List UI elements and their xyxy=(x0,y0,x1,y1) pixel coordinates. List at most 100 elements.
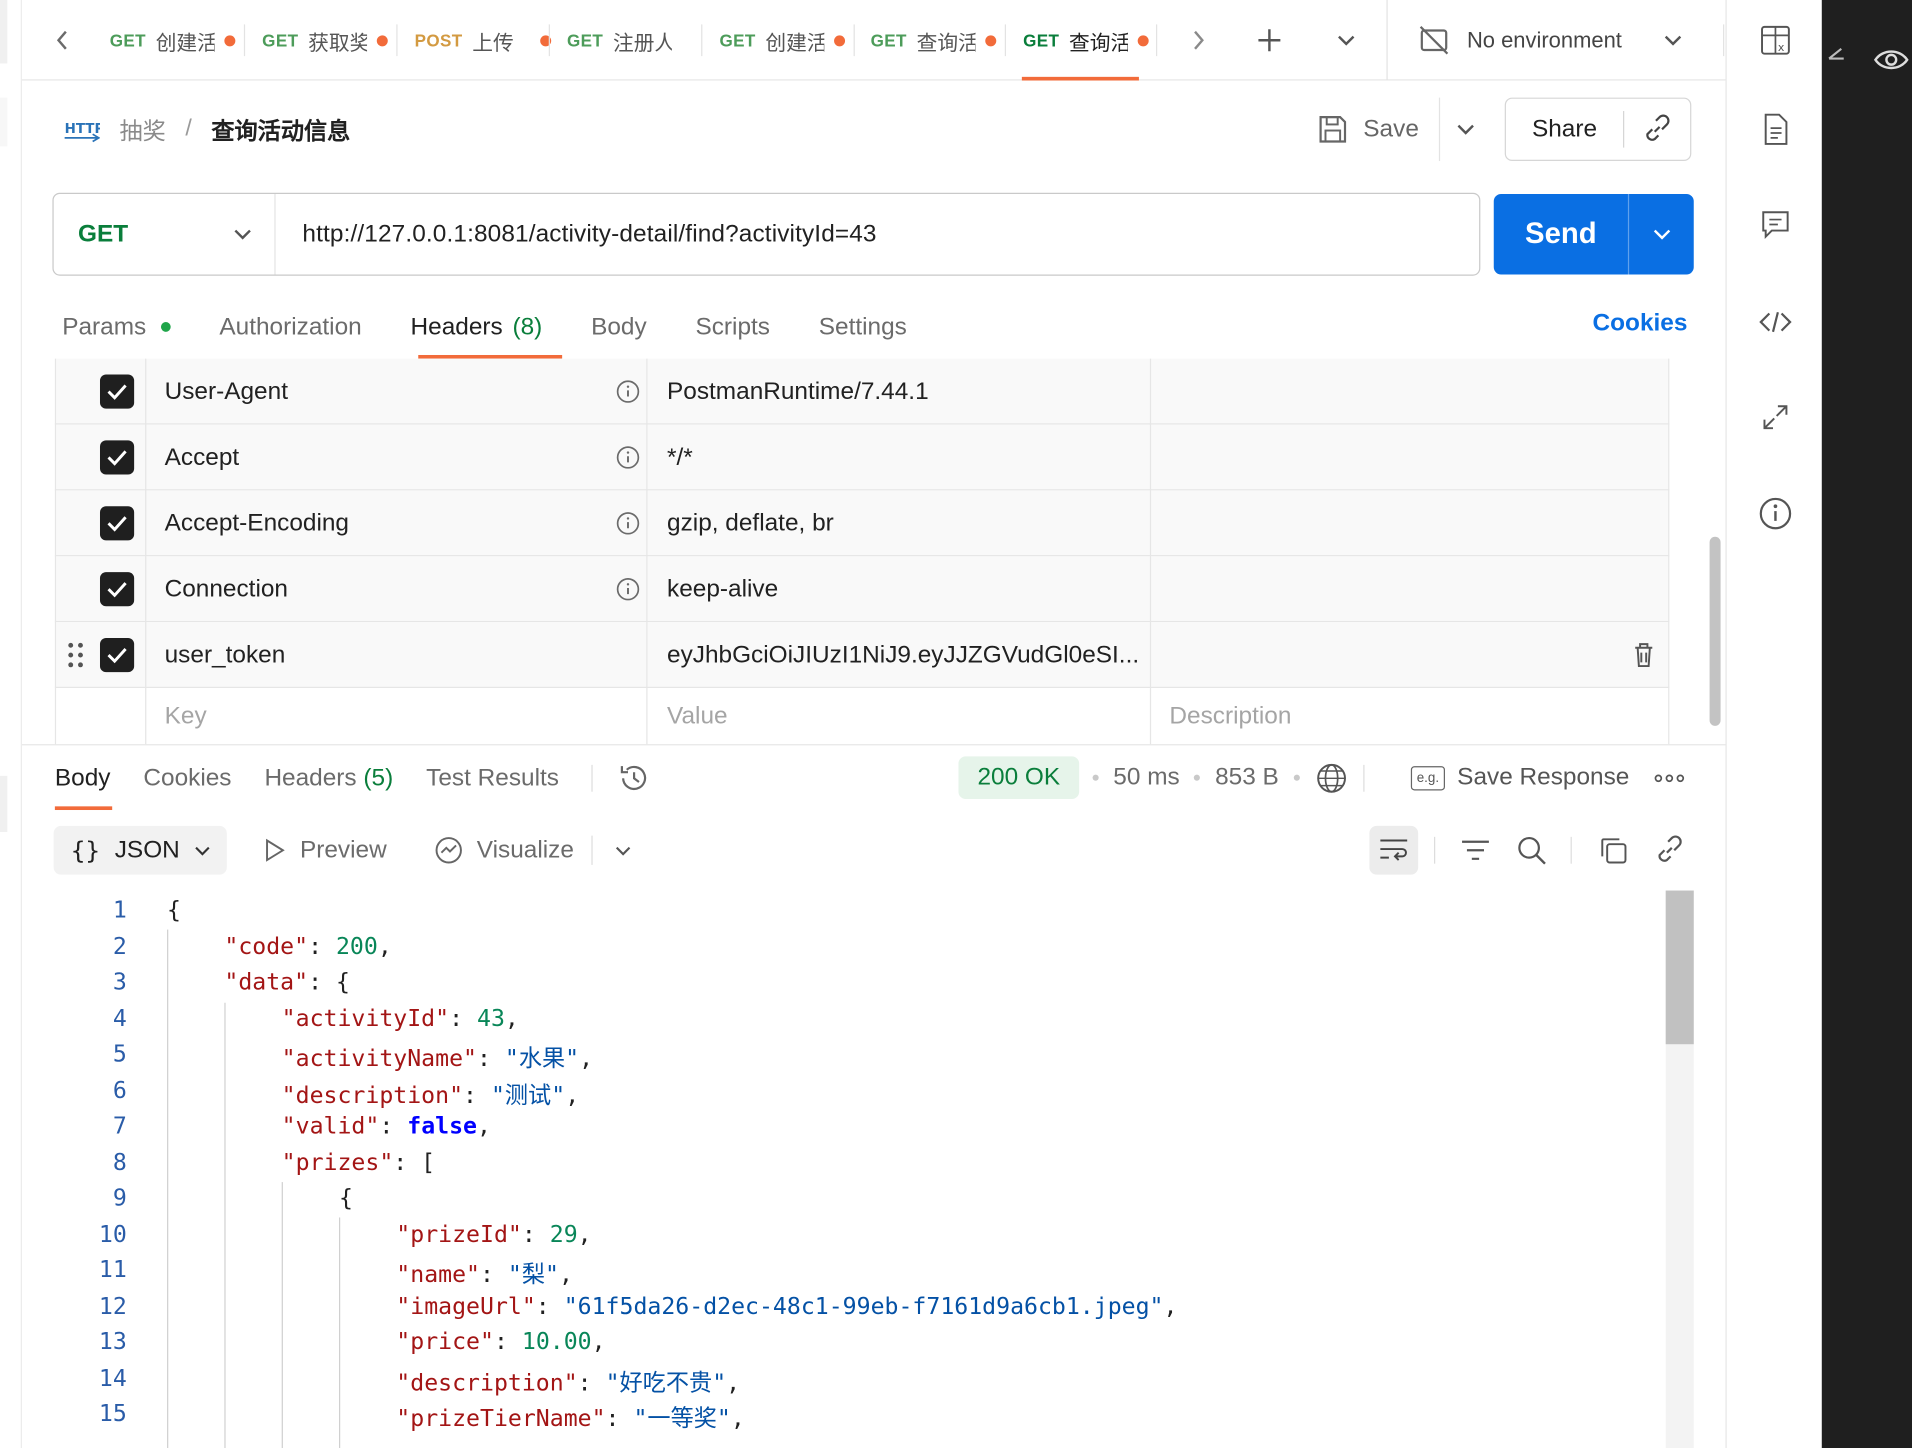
tab-settings[interactable]: Settings xyxy=(819,313,907,341)
no-environment-icon xyxy=(1419,26,1449,55)
plus-icon xyxy=(1258,29,1281,52)
tabs-scroll-right-button[interactable] xyxy=(1171,0,1227,81)
more-options-button[interactable] xyxy=(1654,764,1686,793)
preview-button[interactable]: Preview xyxy=(263,826,387,875)
tabs-menu-button[interactable] xyxy=(1318,0,1374,81)
tabs-scroll-left-button[interactable] xyxy=(34,0,90,81)
tab-params[interactable]: Params xyxy=(62,313,171,341)
header-enabled-checkbox[interactable] xyxy=(99,506,135,541)
request-url-bar: GET http://127.0.0.1:8081/activity-detai… xyxy=(52,192,1481,276)
related-collections-button[interactable] xyxy=(1756,398,1795,437)
copy-link-button[interactable] xyxy=(1624,113,1690,145)
header-key[interactable]: Accept xyxy=(165,425,240,491)
visualize-button[interactable]: Visualize xyxy=(433,826,631,875)
history-icon[interactable] xyxy=(618,761,652,795)
comments-button[interactable] xyxy=(1756,205,1795,244)
request-tab[interactable]: GET 注册人员 xyxy=(550,0,671,81)
request-tab[interactable]: GET 获取奖品 xyxy=(245,0,388,81)
save-options-button[interactable] xyxy=(1438,97,1490,162)
unsaved-dot-icon xyxy=(223,34,235,46)
play-icon xyxy=(266,838,285,862)
panel-divider[interactable] xyxy=(21,744,1726,746)
headers-table: User-Agent PostmanRuntime/7.44.1 Accept … xyxy=(54,358,1670,745)
header-enabled-checkbox[interactable] xyxy=(99,440,135,475)
header-enabled-checkbox[interactable] xyxy=(99,638,135,673)
tab-headers[interactable]: Headers (8) xyxy=(411,313,543,341)
header-key[interactable]: user_token xyxy=(165,622,286,688)
environment-quick-look-button[interactable]: x xyxy=(1756,21,1795,60)
search-button[interactable] xyxy=(1514,833,1548,867)
header-value[interactable]: eyJhbGciOiJIUzI1NiJ9.eyJJZGVudGl0eSI... xyxy=(667,622,1149,688)
response-time[interactable]: 50 ms xyxy=(1113,764,1179,792)
request-tab[interactable]: GET 创建活动 xyxy=(93,0,235,81)
url-input[interactable]: http://127.0.0.1:8081/activity-detail/fi… xyxy=(276,220,877,248)
response-format-select[interactable]: {} JSON xyxy=(53,825,227,875)
braces-icon: {} xyxy=(70,835,101,865)
header-description-input[interactable]: Description xyxy=(1169,688,1291,744)
header-key-input[interactable]: Key xyxy=(165,688,207,744)
line-number: 11 xyxy=(98,1256,127,1284)
table-row: User-Agent PostmanRuntime/7.44.1 xyxy=(54,358,1670,425)
filter-button[interactable] xyxy=(1458,833,1492,867)
documentation-button[interactable] xyxy=(1756,110,1795,149)
tab-test-results[interactable]: Test Results xyxy=(426,764,559,792)
wrap-lines-toggle[interactable] xyxy=(1369,825,1419,875)
status-badge[interactable]: 200 OK xyxy=(958,756,1080,800)
tab-response-cookies[interactable]: Cookies xyxy=(143,764,231,792)
eye-icon xyxy=(1873,50,1909,70)
header-key[interactable]: Accept-Encoding xyxy=(165,490,349,556)
send-options-button[interactable] xyxy=(1629,228,1694,240)
copy-button[interactable] xyxy=(1596,833,1630,867)
filter-icon xyxy=(1462,840,1489,860)
tab-scripts[interactable]: Scripts xyxy=(695,313,770,341)
save-response-button[interactable]: e.g. Save Response xyxy=(1410,756,1629,799)
method-select[interactable]: GET xyxy=(54,193,276,275)
header-key[interactable]: Connection xyxy=(165,556,288,622)
header-value[interactable]: */* xyxy=(667,425,693,491)
save-button[interactable]: Save xyxy=(1317,105,1419,154)
checkmark-icon xyxy=(107,450,127,466)
code-line: "valid": false, xyxy=(281,1112,491,1140)
request-panel-scrollbar[interactable] xyxy=(1709,536,1721,726)
header-value[interactable]: keep-alive xyxy=(667,556,778,622)
share-button[interactable]: Share xyxy=(1506,115,1623,143)
cookies-link[interactable]: Cookies xyxy=(1593,310,1688,338)
request-info-button[interactable] xyxy=(1756,494,1795,533)
header-value[interactable]: gzip, deflate, br xyxy=(667,490,834,556)
page-title[interactable]: 查询活动信息 xyxy=(211,113,350,146)
header-enabled-checkbox[interactable] xyxy=(99,374,135,409)
active-tab-indicator xyxy=(1021,76,1139,81)
editor-scrollbar-thumb[interactable] xyxy=(1665,890,1694,1045)
header-value[interactable]: PostmanRuntime/7.44.1 xyxy=(667,359,929,425)
line-number: 10 xyxy=(98,1220,127,1248)
new-tab-button[interactable] xyxy=(1241,0,1297,81)
header-key[interactable]: User-Agent xyxy=(165,359,288,425)
tab-method: GET xyxy=(719,30,756,51)
tab-response-body[interactable]: Body xyxy=(55,764,111,792)
arrows-diagonal-icon xyxy=(1763,405,1788,430)
line-number: 13 xyxy=(98,1328,127,1356)
header-value-input[interactable]: Value xyxy=(667,688,728,744)
globe-icon[interactable] xyxy=(1314,761,1348,795)
environment-selector[interactable]: No environment xyxy=(1418,0,1723,81)
request-tab[interactable]: POST 上传 xyxy=(398,0,552,81)
response-body-editor[interactable]: 1 {2 "code": 200, 3 "data": {4 "activityId": … xyxy=(54,891,1666,1448)
chevron-down-icon xyxy=(1664,35,1682,46)
request-tab-active[interactable]: GET 查询活动 xyxy=(1006,0,1149,81)
request-tab[interactable]: GET 创建活动 xyxy=(702,0,845,81)
tab-body[interactable]: Body xyxy=(591,313,647,341)
header-enabled-checkbox[interactable] xyxy=(99,572,135,607)
request-tab[interactable]: GET 查询活动 xyxy=(854,0,996,81)
table-row: Connection keep-alive xyxy=(54,556,1670,623)
tab-authorization[interactable]: Authorization xyxy=(219,313,361,341)
postman-window: GET 创建活动 GET 获取奖品 POST 上传 GET 注册人员 GET 创… xyxy=(0,0,1912,1448)
format-value: JSON xyxy=(114,836,180,864)
breadcrumb-collection[interactable]: 抽奖 xyxy=(120,113,166,146)
send-button[interactable]: Send xyxy=(1494,217,1628,251)
code-snippet-button[interactable] xyxy=(1756,303,1795,342)
collapse-arrow-icon xyxy=(1828,47,1844,60)
tab-response-headers[interactable]: Headers (5) xyxy=(264,764,393,792)
response-size[interactable]: 853 B xyxy=(1215,764,1279,792)
copy-link-button[interactable] xyxy=(1652,833,1686,867)
unsaved-dot-icon xyxy=(984,34,996,46)
